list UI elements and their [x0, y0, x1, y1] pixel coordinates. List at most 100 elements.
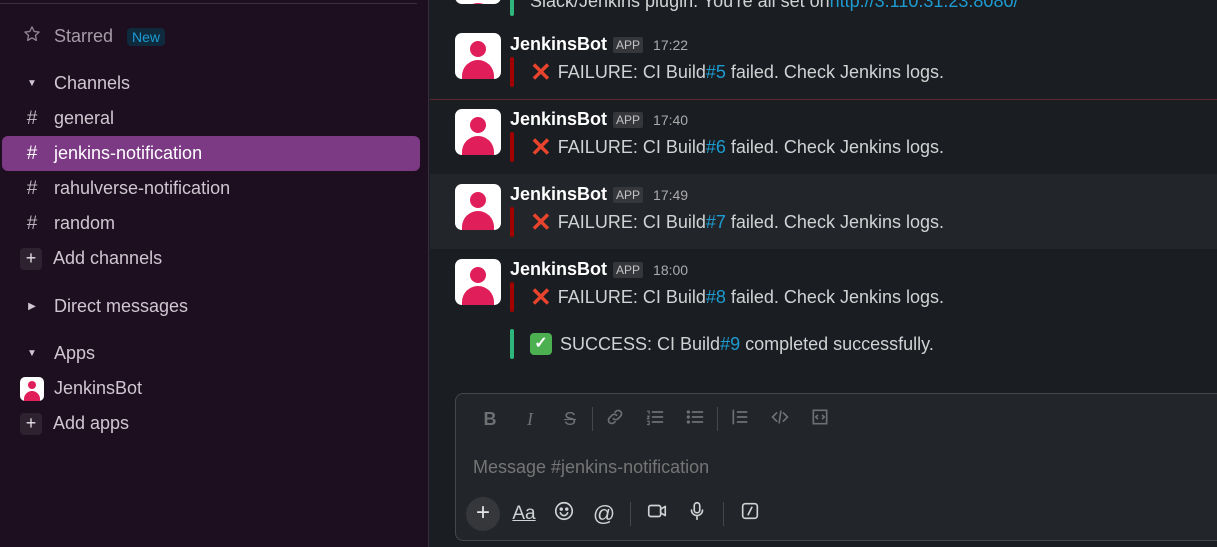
- sidebar-item-jenkinsbot[interactable]: JenkinsBot: [2, 371, 420, 406]
- blockquote-icon[interactable]: [720, 407, 760, 432]
- message-rest: completed successfully.: [740, 333, 934, 354]
- message-time[interactable]: 18:00: [653, 262, 688, 278]
- star-icon: [12, 25, 52, 49]
- add-apps-button[interactable]: + Add apps: [2, 406, 420, 441]
- direct-messages-section-header[interactable]: ▶ Direct messages: [2, 289, 420, 324]
- composer-actions: + Aa @: [466, 496, 770, 532]
- message-author[interactable]: JenkinsBot: [510, 184, 607, 205]
- sidebar-item-rahulverse-notification[interactable]: # rahulverse-notification: [2, 171, 420, 206]
- message-item: JenkinsBot APP 17:49 ✕ FAILURE: CI Build…: [430, 174, 1217, 249]
- app-tag: APP: [613, 186, 644, 203]
- sidebar-item-starred[interactable]: Starred New: [2, 19, 420, 54]
- video-icon[interactable]: [637, 500, 677, 528]
- add-channels-button[interactable]: + Add channels: [2, 241, 420, 276]
- message-author[interactable]: JenkinsBot: [510, 109, 607, 130]
- caret-down-icon: ▼: [27, 348, 37, 359]
- link-icon[interactable]: [595, 407, 635, 432]
- channel-label: general: [54, 108, 115, 128]
- attach-plus-button[interactable]: +: [466, 497, 500, 531]
- starred-label: Starred: [54, 26, 114, 46]
- toolbar-separator: [630, 502, 631, 526]
- bot-avatar[interactable]: [455, 109, 501, 155]
- build-link[interactable]: #9: [720, 334, 740, 355]
- toolbar-separator: [592, 407, 593, 431]
- add-channels-label: Add channels: [53, 248, 163, 268]
- build-link[interactable]: #6: [706, 137, 726, 158]
- bot-avatar: [20, 376, 44, 401]
- code-block-icon[interactable]: [800, 407, 840, 432]
- message-line: Slack/Jenkins plugin. You're all set on …: [510, 0, 1018, 16]
- mention-icon[interactable]: @: [584, 501, 624, 527]
- ordered-list-icon[interactable]: [635, 407, 675, 432]
- build-link[interactable]: #8: [706, 287, 726, 308]
- cross-mark-icon: ✕: [530, 57, 552, 87]
- message-author[interactable]: JenkinsBot: [510, 259, 607, 280]
- caret-down-icon: ▼: [27, 78, 37, 89]
- strikethrough-icon[interactable]: S: [550, 409, 590, 430]
- sidebar-divider: [0, 3, 417, 4]
- channels-header-label: Channels: [54, 73, 131, 93]
- hash-icon: #: [26, 212, 38, 234]
- message-time[interactable]: 17:49: [653, 187, 688, 203]
- italic-icon[interactable]: I: [510, 409, 550, 430]
- app-tag: APP: [613, 111, 644, 128]
- add-apps-label: Add apps: [53, 413, 130, 433]
- message-time[interactable]: 17:40: [653, 112, 688, 128]
- code-icon[interactable]: [760, 407, 800, 432]
- bot-avatar[interactable]: [455, 184, 501, 230]
- channel-label: random: [54, 213, 116, 233]
- channel-label: jenkins-notification: [54, 143, 203, 163]
- emoji-icon[interactable]: [544, 500, 584, 528]
- message-composer: B I S + Aa @: [455, 393, 1217, 541]
- sidebar-item-random[interactable]: # random: [2, 206, 420, 241]
- app-label: JenkinsBot: [54, 378, 143, 398]
- build-link[interactable]: #5: [706, 62, 726, 83]
- message-status: SUCCESS: CI Build: [560, 333, 721, 354]
- message-status: FAILURE: CI Build: [557, 61, 706, 82]
- cross-mark-icon: ✕: [530, 282, 552, 312]
- apps-section-header[interactable]: ▼ Apps: [2, 336, 420, 371]
- message-line: ✕ FAILURE: CI Build #7 failed. Check Jen…: [510, 207, 944, 237]
- new-badge: New: [127, 27, 166, 46]
- message-input[interactable]: [471, 456, 1175, 479]
- jenkins-url-link[interactable]: http://3.110.31.23:8080/: [830, 0, 1019, 12]
- channels-section-header[interactable]: ▼ Channels: [2, 66, 420, 101]
- sidebar-item-jenkins-notification[interactable]: # jenkins-notification: [2, 136, 420, 171]
- cross-mark-icon: ✕: [530, 132, 552, 162]
- formatting-toolbar: B I S: [470, 406, 840, 432]
- bot-avatar[interactable]: [455, 259, 501, 305]
- attachment-bar: [510, 329, 514, 359]
- bot-avatar: [455, 0, 501, 4]
- message-rest: failed. Check Jenkins logs.: [725, 286, 944, 307]
- message-item: JenkinsBot APP 17:40 ✕ FAILURE: CI Build…: [430, 100, 1217, 174]
- sidebar-item-general[interactable]: # general: [2, 101, 420, 136]
- message-line: ✕ FAILURE: CI Build #5 failed. Check Jen…: [510, 57, 944, 87]
- message-time[interactable]: 17:22: [653, 37, 688, 53]
- attachment-bar: [510, 282, 514, 312]
- slash-command-icon[interactable]: [730, 500, 770, 528]
- bot-avatar[interactable]: [455, 33, 501, 79]
- toolbar-separator: [717, 407, 718, 431]
- check-mark-icon: ✓: [530, 333, 552, 355]
- text-format-button[interactable]: Aa: [504, 503, 544, 525]
- message-item: JenkinsBot APP 17:22 ✕ FAILURE: CI Build…: [430, 22, 1217, 99]
- attachment-bar: [510, 132, 514, 162]
- hash-icon: #: [26, 177, 38, 199]
- message-partial: Slack/Jenkins plugin. You're all set on …: [430, 0, 1217, 22]
- hash-icon: #: [26, 107, 38, 129]
- cross-mark-icon: ✕: [530, 207, 552, 237]
- bulleted-list-icon[interactable]: [675, 407, 715, 432]
- microphone-icon[interactable]: [677, 500, 717, 528]
- apps-header-label: Apps: [54, 343, 96, 363]
- message-rest: failed. Check Jenkins logs.: [725, 136, 944, 157]
- caret-right-icon: ▶: [28, 301, 36, 312]
- message-item: JenkinsBot APP 18:00 ✕ FAILURE: CI Build…: [430, 249, 1217, 369]
- bold-icon[interactable]: B: [470, 409, 510, 430]
- sidebar: Starred New ▼ Channels # general # jenki…: [0, 0, 429, 547]
- message-status: FAILURE: CI Build: [557, 211, 706, 232]
- direct-messages-label: Direct messages: [54, 296, 189, 316]
- build-link[interactable]: #7: [706, 212, 726, 233]
- message-line: ✕ FAILURE: CI Build #6 failed. Check Jen…: [510, 132, 944, 162]
- plus-icon: +: [20, 412, 42, 435]
- message-author[interactable]: JenkinsBot: [510, 34, 607, 55]
